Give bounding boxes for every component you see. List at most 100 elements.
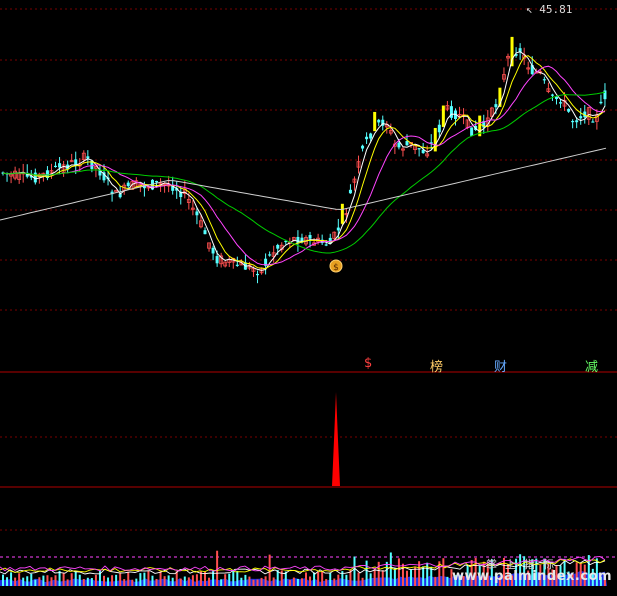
volume-bar bbox=[123, 579, 126, 586]
volume-bar bbox=[159, 571, 162, 586]
volume-bar bbox=[111, 575, 114, 586]
volume-bar bbox=[365, 560, 368, 586]
candle-body bbox=[203, 230, 207, 235]
volume-bar bbox=[232, 570, 235, 586]
volume-bar bbox=[300, 578, 303, 586]
candle-body bbox=[575, 120, 579, 123]
volume-bar bbox=[2, 574, 4, 586]
volume-bar bbox=[74, 570, 77, 586]
volume-bar bbox=[34, 579, 37, 586]
candle-body bbox=[348, 189, 352, 194]
volume-bar bbox=[54, 575, 57, 586]
candle-body bbox=[365, 136, 369, 140]
candle-body bbox=[567, 108, 571, 112]
volume-bar bbox=[296, 578, 299, 586]
volume-bar bbox=[167, 575, 170, 586]
volume-bar bbox=[357, 572, 360, 586]
candle-body bbox=[437, 124, 441, 133]
volume-bar bbox=[434, 576, 437, 586]
volume-bar bbox=[385, 561, 388, 586]
candle-body bbox=[215, 256, 219, 264]
candle-body bbox=[126, 182, 130, 187]
volume-bar bbox=[224, 574, 227, 586]
candle-body bbox=[397, 142, 401, 148]
signal-label-4: 减 bbox=[585, 360, 599, 375]
money-bag-glyph: $ bbox=[333, 263, 339, 273]
grid-lines bbox=[0, 8, 617, 558]
candle-body bbox=[550, 94, 554, 96]
volume-bar bbox=[353, 556, 356, 586]
volume-bar bbox=[248, 576, 251, 586]
volume-bar bbox=[313, 572, 316, 586]
volume-bar bbox=[329, 572, 332, 586]
volume-bar bbox=[42, 575, 45, 586]
candle-body bbox=[340, 203, 344, 224]
volume-bar bbox=[191, 575, 194, 586]
candle-body bbox=[603, 90, 607, 100]
volume-bar bbox=[143, 572, 146, 586]
candle-body bbox=[268, 254, 272, 256]
ma-line-long bbox=[0, 147, 607, 221]
candle-body bbox=[369, 133, 373, 139]
ma-line-slow2 bbox=[2, 91, 606, 254]
candle-body bbox=[235, 264, 239, 266]
volume-bar bbox=[406, 570, 408, 586]
volume-bar bbox=[252, 579, 255, 586]
watermark-url: www.palmindex.com bbox=[452, 569, 613, 584]
volume-bar bbox=[187, 577, 190, 586]
volume-bar bbox=[127, 571, 130, 586]
volume-bar bbox=[212, 570, 215, 586]
candle-body bbox=[308, 235, 312, 239]
volume-bar bbox=[10, 572, 13, 586]
volume-bar bbox=[240, 577, 243, 586]
signal-marker: $ bbox=[329, 259, 343, 273]
candle-body bbox=[54, 165, 58, 168]
candle-body bbox=[470, 127, 474, 136]
volume-bar bbox=[317, 571, 320, 586]
volume-bar bbox=[155, 578, 158, 586]
candle-body bbox=[195, 211, 199, 216]
volume-bar bbox=[345, 574, 348, 586]
candle-body bbox=[599, 101, 603, 104]
candle-body bbox=[579, 116, 583, 119]
high-price-label: ↖ 45.81 bbox=[526, 3, 573, 16]
volume-bar bbox=[131, 579, 134, 586]
ma-line-slow1 bbox=[2, 65, 605, 266]
candle-body bbox=[542, 79, 546, 81]
candle-body bbox=[336, 227, 340, 231]
candle-body bbox=[441, 105, 445, 127]
volume-bar bbox=[14, 577, 17, 586]
volume-bar bbox=[119, 573, 122, 586]
candle-body bbox=[256, 273, 260, 276]
volume-bar bbox=[244, 574, 247, 586]
volume-bar bbox=[139, 573, 142, 586]
candle-body bbox=[276, 244, 280, 249]
volume-bar bbox=[361, 577, 364, 586]
indicator-panel bbox=[332, 392, 340, 486]
candle-body bbox=[155, 180, 159, 183]
signal-label-2: 榜 bbox=[430, 360, 444, 375]
volume-bar bbox=[228, 573, 231, 586]
candle-body bbox=[324, 244, 328, 246]
volume-bar bbox=[381, 570, 384, 586]
volume-bar bbox=[325, 579, 328, 586]
volume-bar bbox=[90, 578, 93, 586]
volume-bar bbox=[171, 577, 174, 586]
candle-body bbox=[433, 127, 437, 152]
candle-body bbox=[86, 156, 90, 159]
volume-bar bbox=[50, 577, 53, 586]
volume-bar bbox=[305, 572, 307, 586]
volume-bar bbox=[288, 579, 291, 586]
high-price-value: 45.81 bbox=[539, 3, 573, 16]
volume-bar bbox=[414, 567, 417, 586]
signal-label-3: 财 bbox=[494, 360, 508, 375]
volume-bar bbox=[94, 574, 97, 586]
volume-bar bbox=[26, 576, 29, 586]
volume-bar bbox=[70, 573, 73, 586]
volume-bar bbox=[260, 577, 263, 586]
volume-bar bbox=[220, 579, 223, 586]
volume-bar bbox=[46, 575, 49, 586]
candle-body bbox=[571, 120, 575, 123]
volume-bar bbox=[195, 574, 198, 586]
candle-body bbox=[211, 247, 215, 254]
